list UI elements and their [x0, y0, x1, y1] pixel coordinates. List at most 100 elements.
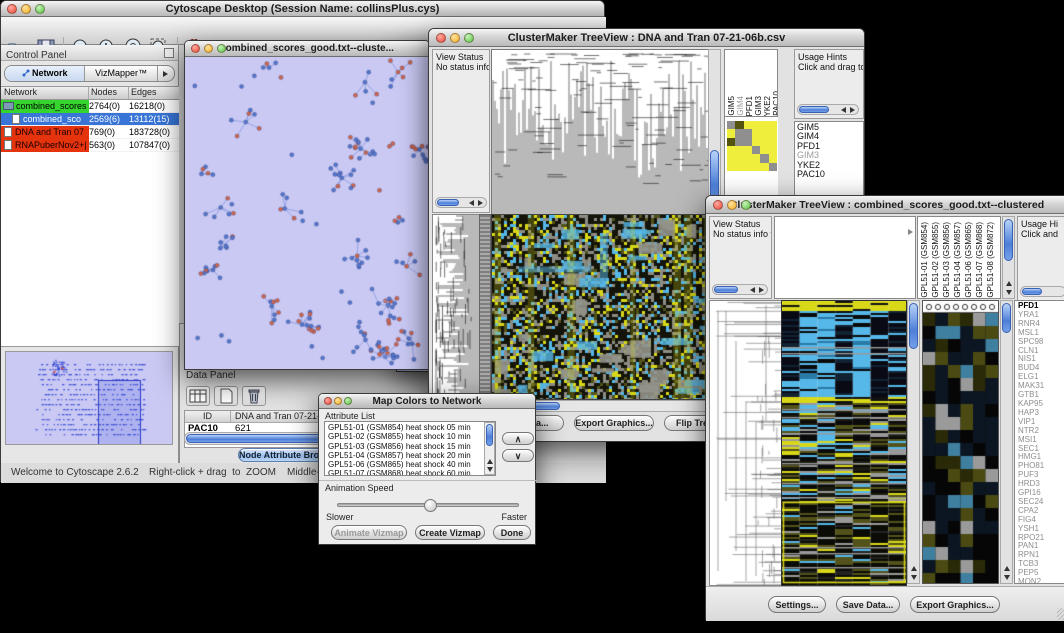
tv1-column-dendrogram[interactable] [491, 49, 709, 215]
animation-speed-slider[interactable] [337, 503, 519, 507]
minimize-icon[interactable] [450, 33, 460, 43]
tv2-column-tree-area [774, 216, 916, 299]
minimize-icon[interactable] [334, 397, 342, 405]
tv2-zoom-vscrollbar[interactable] [1000, 300, 1013, 584]
tab-network[interactable]: Network [5, 66, 85, 81]
tv1-export-graphics-button[interactable]: Export Graphics... [574, 415, 654, 431]
column-label: GPL51-02 (GSM855) [930, 222, 941, 298]
attribute-item: GPL51-04 (GSM857) heat shock 20 min [325, 451, 495, 460]
minimize-icon[interactable] [21, 4, 31, 14]
network-row[interactable]: DNA and Tran 07 769(0) 183728(0) [1, 126, 179, 139]
tv2-zoom-heatmap[interactable] [923, 313, 998, 583]
network-overview-thumbnail[interactable] [5, 351, 173, 445]
column-label: GPL51-07 (GSM868) [974, 222, 985, 298]
tv2-usage-hscrollbar[interactable] [1020, 286, 1064, 297]
tv2-gene-list[interactable]: PFD1YRA1RNR4MSL1SPC98CLN1NIS1BUD4ELG1MAK… [1014, 300, 1064, 584]
main-window-title: Cytoscape Desktop (Session Name: collins… [166, 3, 440, 15]
slider-thumb[interactable] [424, 499, 437, 512]
tab-vizmapper[interactable]: VizMapper™ [85, 66, 158, 81]
delete-attribute-trash-icon[interactable] [242, 386, 266, 406]
network-row[interactable]: RNAPuberNov2+| 563(0) 107847(0) [1, 139, 179, 152]
attribute-list-label: Attribute List [325, 411, 375, 421]
tv2-view-status-text: No status info t [710, 229, 771, 239]
tv1-upper-vscrollbar[interactable] [708, 49, 721, 213]
close-icon[interactable] [7, 4, 17, 14]
treeview1-titlebar[interactable]: ClusterMaker TreeView : DNA and Tran 07-… [429, 29, 864, 47]
desktop: Cytoscape Desktop (Session Name: collins… [0, 0, 1064, 633]
create-vizmap-button[interactable]: Create Vizmap [415, 525, 485, 540]
tv2-usage-hints-title: Usage Hi [1018, 217, 1064, 229]
control-panel-tabs: Network VizMapper™ [4, 65, 175, 82]
tv2-settings-button[interactable]: Settings... [768, 596, 826, 613]
data-panel-title: Data Panel [186, 370, 235, 381]
move-attribute-down-button[interactable]: ∨ [502, 449, 534, 462]
main-titlebar[interactable]: Cytoscape Desktop (Session Name: collins… [1, 1, 604, 17]
column-label: GIM3 [754, 96, 763, 116]
attribute-item: GPL51-01 (GSM854) heat shock 05 min [325, 423, 495, 432]
attribute-listbox[interactable]: GPL51-01 (GSM854) heat shock 05 minGPL51… [324, 421, 496, 476]
tab-overflow-button[interactable] [158, 66, 174, 81]
map-colors-dialog: Map Colors to Network Attribute List GPL… [318, 393, 536, 545]
resize-grip[interactable] [1057, 608, 1064, 620]
tv2-heatmap-vscrollbar[interactable] [907, 300, 920, 584]
tv2-heatmap[interactable] [781, 300, 907, 586]
tv2-status-hscrollbar[interactable] [712, 284, 768, 295]
column-label: PAC10 [772, 91, 778, 116]
tv1-zoom-submatrix[interactable] [727, 121, 777, 171]
tv1-status-hscrollbar[interactable] [435, 197, 487, 208]
close-icon[interactable] [713, 200, 723, 210]
network-row-selected[interactable]: combined_sco 2569(6) 13112(15) [1, 113, 179, 126]
zoom-window-icon[interactable] [344, 397, 352, 405]
network-view-titlebar[interactable]: combined_scores_good.txt--cluste... [185, 41, 429, 57]
animate-vizmap-button[interactable]: Animate Vizmap [331, 525, 407, 540]
close-icon[interactable] [324, 397, 332, 405]
close-icon[interactable] [436, 33, 446, 43]
network-row[interactable]: combined_scores 2764(0) 16218(0) [1, 100, 179, 113]
column-label: GPL51-01 (GSM854) [919, 222, 930, 298]
attr-col-id: ID [185, 411, 231, 422]
tv1-usage-hscrollbar[interactable] [797, 104, 859, 115]
done-button[interactable]: Done [493, 525, 531, 540]
gene-label: MON2 [1018, 578, 1064, 584]
column-label: PFD1 [745, 96, 754, 116]
move-attribute-up-button[interactable]: ∧ [502, 432, 534, 445]
float-panel-icon[interactable] [164, 48, 174, 58]
close-icon[interactable] [191, 44, 200, 53]
network-table: Network Nodes Edges combined_scores 2764… [1, 86, 179, 347]
status-zoom-hint: Right-click + drag to ZOOM [149, 467, 276, 478]
select-attributes-icon[interactable] [186, 386, 210, 406]
treeview2-title: ClusterMaker TreeView : combined_scores_… [730, 199, 1044, 211]
tv1-view-status-panel: View Status No status info f [432, 49, 490, 213]
tv2-usage-hints-panel: Usage Hi Click and [1017, 216, 1064, 301]
treeview2-titlebar[interactable]: ClusterMaker TreeView : combined_scores_… [706, 196, 1064, 214]
zoom-window-icon[interactable] [35, 4, 45, 14]
col-nodes: Nodes [89, 87, 129, 99]
column-label: GIM5 [727, 96, 736, 116]
treeview1-title: ClusterMaker TreeView : DNA and Tran 07-… [508, 32, 786, 44]
new-attribute-icon[interactable] [214, 386, 238, 406]
tv2-row-dendrogram[interactable] [709, 300, 782, 586]
attribute-list-vscrollbar[interactable] [484, 422, 495, 475]
network-view-window: combined_scores_good.txt--cluste... [184, 40, 430, 370]
tv2-export-graphics-button[interactable]: Export Graphics... [910, 596, 1000, 613]
minimize-icon[interactable] [727, 200, 737, 210]
attribute-item: GPL51-02 (GSM855) heat shock 10 min [325, 432, 495, 441]
tv2-usage-hints-text: Click and [1018, 229, 1064, 239]
gene-label: PAC10 [797, 170, 863, 179]
column-label: GIM4 [736, 96, 745, 116]
faster-label: Faster [501, 512, 527, 522]
tv1-heatmap[interactable] [491, 214, 709, 400]
zoom-window-icon[interactable] [464, 33, 474, 43]
zoom-window-icon[interactable] [217, 44, 226, 53]
zoom-window-icon[interactable] [741, 200, 751, 210]
slower-label: Slower [326, 512, 354, 522]
tv1-leaf-strip [479, 214, 491, 398]
tv2-save-data-button[interactable]: Save Data... [836, 596, 900, 613]
tv2-labels-vscrollbar[interactable] [1002, 216, 1015, 299]
tv2-column-labels: GPL51-01 (GSM854)GPL51-02 (GSM855) GPL51-… [917, 216, 1001, 299]
tv1-row-dendrogram[interactable] [432, 214, 480, 400]
control-panel: Control Panel Network VizMapper™ Network… [1, 45, 179, 463]
minimize-icon[interactable] [204, 44, 213, 53]
network-canvas[interactable] [185, 57, 429, 369]
dialog-titlebar[interactable]: Map Colors to Network [319, 394, 535, 409]
